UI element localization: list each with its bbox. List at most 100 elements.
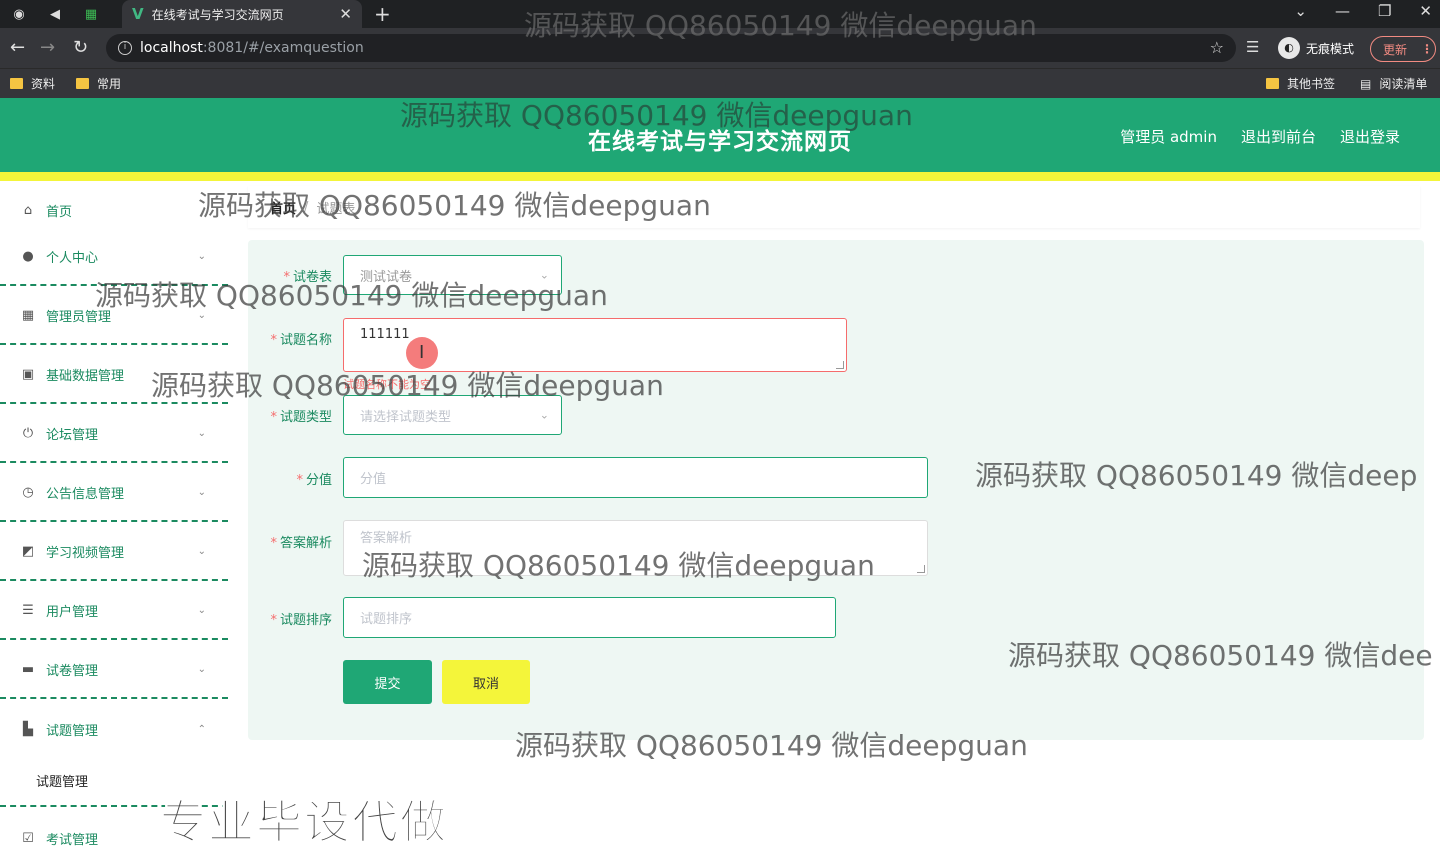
cancel-button[interactable]: 取消 [442,660,530,704]
chevron-down-icon: ⌄ [197,545,206,557]
analysis-textarea[interactable]: 答案解析 [343,520,928,576]
breadcrumb-separator: / [304,199,309,215]
clipboard-icon: ▣ [21,366,35,382]
sidebar: ⌂ 首页 ● 个人中心 ⌄ ▦ 管理员管理 ⌄ ▣ 基础数据管理 ⌄ ⏻ 论坛管… [0,181,228,864]
clock-icon: ◷ [22,484,34,500]
text-cursor-icon: I [419,342,425,363]
url-field[interactable]: i localhost:8081/#/examquestion ☆ [106,34,1236,62]
question-name-value: 111111 [360,327,410,342]
breadcrumb-home[interactable]: 首页 [270,198,296,217]
sidebar-item-label: 基础数据管理 [46,368,125,384]
minimize-icon[interactable]: — [1335,2,1350,20]
bookmark-label: 常用 [97,77,122,91]
folder-icon [1266,78,1279,89]
sidebar-item-label: 用户管理 [46,604,99,620]
admin-label: 管理员 admin [1120,128,1217,146]
paper-select[interactable]: 测试试卷 ⌄ [343,255,562,295]
watermark-big: 专业毕设代做 [160,795,448,850]
submit-button[interactable]: 提交 [343,660,432,704]
sidebar-item-users[interactable]: ☰ 用户管理 ⌄ [0,582,228,640]
sidebar-item-questions[interactable]: ▙ 试题管理 ⌃ [0,700,228,758]
score-input[interactable]: 分值 [343,457,928,498]
browser-logo-icon[interactable]: ◉ [8,4,30,24]
score-label: * 分值 [296,473,332,488]
chevron-down-icon: ⌄ [197,604,206,616]
incognito-label: 无痕模式 [1306,41,1355,56]
chevron-up-icon: ⌃ [197,723,206,735]
sidebar-item-papers[interactable]: ▬ 试卷管理 ⌄ [0,641,228,699]
briefcase-icon: ▙ [23,721,33,737]
order-input[interactable]: 试题排序 [343,597,836,638]
restore-icon[interactable]: ❐ [1378,2,1391,20]
analysis-label: * 答案解析 [270,536,332,551]
bookmark-folder-changyong[interactable]: 常用 [76,75,121,92]
url-path: :8081/#/examquestion [202,40,364,56]
sidebar-item-basedata[interactable]: ▣ 基础数据管理 ⌄ [0,346,228,404]
sidebar-item-label: 论坛管理 [46,427,99,443]
incognito-indicator[interactable]: ◐ 无痕模式 [1278,37,1354,59]
question-type-select[interactable]: 请选择试题类型 ⌄ [343,395,562,435]
new-tab-icon[interactable]: + [374,2,391,26]
tab-title: 在线考试与学习交流网页 [151,7,284,22]
comment-icon: ▬ [21,661,35,677]
sidebar-item-label: 管理员管理 [46,309,112,325]
more-menu-icon: ⋮ [1421,42,1434,56]
bookmark-label: 阅读清单 [1379,77,1428,91]
chevron-down-icon: ⌄ [539,268,549,282]
chevron-down-icon: ⌄ [197,250,206,262]
url-host: localhost [140,40,203,56]
chevron-down-icon: ⌄ [197,663,206,675]
back-icon[interactable]: ← [10,37,25,58]
paper-label: * 试卷表 [283,270,332,285]
bookmark-label: 资料 [31,77,56,91]
app-icon[interactable]: ▦ [80,4,102,24]
update-button[interactable]: 更新 ⋮ [1370,36,1436,62]
bookmark-other[interactable]: 其他书签 [1266,75,1335,92]
reload-icon[interactable]: ↻ [73,37,88,58]
sidebar-item-label: 试卷管理 [46,663,99,679]
reading-mode-icon[interactable]: ☰ [1246,38,1259,56]
tab-search-icon[interactable]: ⌄ [1294,2,1307,20]
exit-to-front-link[interactable]: 退出到前台 [1241,126,1316,147]
bookmarks-bar: 资料 常用 其他书签 ▤ 阅读清单 [0,68,1440,98]
sidebar-item-admin[interactable]: ▦ 管理员管理 ⌄ [0,287,228,345]
browser-tab-active[interactable]: V 在线考试与学习交流网页 ✕ [122,0,362,28]
bookmark-star-icon[interactable]: ☆ [1210,38,1224,57]
home-icon: ⌂ [23,202,33,218]
breadcrumb-current: 试题表 [316,201,356,217]
sidebar-item-notice[interactable]: ◷ 公告信息管理 ⌄ [0,464,228,522]
folder-icon [76,78,89,89]
bookmark-folder-ziliao[interactable]: 资料 [10,75,55,92]
sidebar-item-forum[interactable]: ⏻ 论坛管理 ⌄ [0,405,228,463]
name-error-text: 试题名称不能为空 [343,378,431,391]
sidebar-item-label: 首页 [46,204,73,220]
forward-icon[interactable]: → [40,37,55,58]
sidebar-item-label: 学习视频管理 [46,545,125,561]
close-window-icon[interactable]: ✕ [1419,2,1432,20]
sidebar-item-personal[interactable]: ● 个人中心 ⌄ [0,228,228,286]
mute-icon[interactable]: ◀ [44,4,66,24]
resize-handle-icon[interactable] [836,361,844,369]
sidebar-item-video[interactable]: ◩ 学习视频管理 ⌄ [0,523,228,581]
resize-handle-icon[interactable] [917,565,925,573]
paper-select-value: 测试试卷 [360,269,413,285]
chart-icon: ◩ [21,543,35,559]
score-placeholder: 分值 [360,472,387,487]
reading-list[interactable]: ▤ 阅读清单 [1360,75,1427,92]
site-info-icon[interactable]: i [118,41,132,55]
name-label: * 试题名称 [270,333,332,348]
sidebar-item-label: 试题管理 [46,723,99,739]
user-icon: ● [22,248,34,264]
power-icon: ⏻ [22,425,34,441]
address-bar: ← → ↻ i localhost:8081/#/examquestion ☆ … [0,28,1440,68]
list-icon: ☰ [22,602,34,618]
header-accent-bar [0,172,1440,181]
question-type-placeholder: 请选择试题类型 [360,409,452,425]
close-tab-icon[interactable]: ✕ [339,5,352,23]
sidebar-item-label: 公告信息管理 [46,486,125,502]
order-placeholder: 试题排序 [360,612,413,627]
incognito-icon: ◐ [1278,37,1300,59]
type-label: * 试题类型 [270,410,332,425]
logout-link[interactable]: 退出登录 [1340,126,1400,147]
order-label: * 试题排序 [270,613,332,628]
